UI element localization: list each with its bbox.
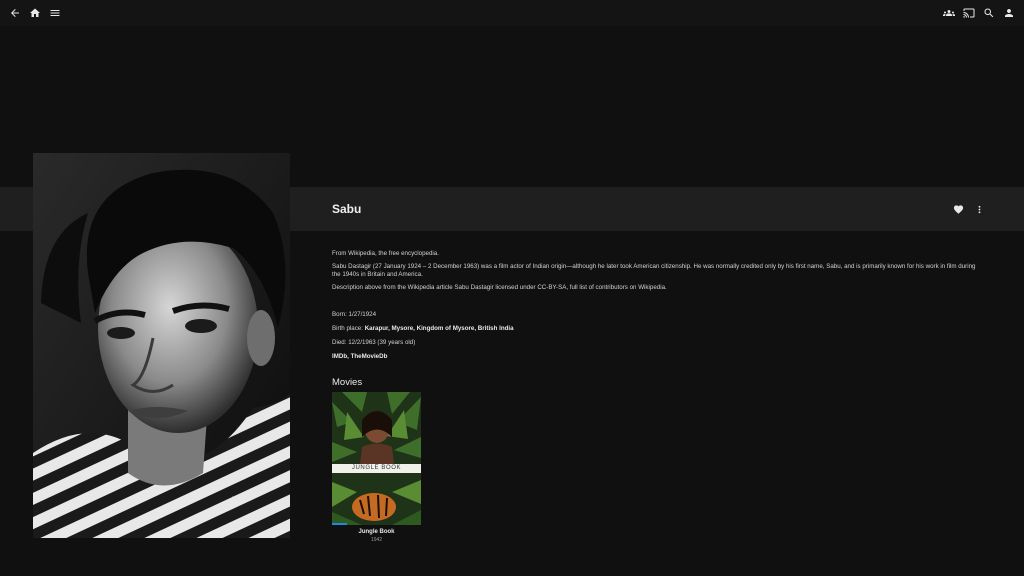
overview-paragraph: Description above from the Wikipedia art… (332, 283, 667, 291)
birthplace-value[interactable]: Karapur, Mysore, Kingdom of Mysore, Brit… (365, 325, 514, 332)
movie-card[interactable]: JUNGLE BOOK Jungle Book 1942 (332, 392, 421, 543)
movie-poster[interactable]: JUNGLE BOOK (332, 392, 421, 525)
overview: From Wikipedia, the free encyclopedia. S… (332, 250, 982, 296)
person-portrait (33, 153, 290, 538)
menu-icon[interactable] (47, 5, 63, 21)
poster-title-band: JUNGLE BOOK (332, 464, 421, 473)
overview-paragraph: From Wikipedia, the free encyclopedia. (332, 250, 439, 257)
heart-icon[interactable] (951, 202, 965, 216)
person-icon[interactable] (1001, 5, 1017, 21)
born-row: Born: 1/27/1924 (332, 311, 732, 325)
birthplace-label: Birth place: (332, 325, 363, 332)
external-links: IMDb, TheMovieDb (332, 353, 388, 360)
imdb-link[interactable]: IMDb (332, 353, 347, 360)
born-value: 1/27/1924 (348, 311, 377, 318)
person-details: Born: 1/27/1924 Birth place: Karapur, My… (332, 311, 732, 367)
died-value: 12/2/1963 (39 years old) (348, 339, 416, 346)
more-vert-icon[interactable] (972, 202, 986, 216)
movie-title[interactable]: Jungle Book (332, 529, 421, 535)
page-title: Sabu (332, 202, 362, 216)
cast-icon[interactable] (961, 5, 977, 21)
overview-paragraph: Sabu Dastagir (27 January 1924 – 2 Decem… (332, 262, 976, 279)
group-icon[interactable] (941, 5, 957, 21)
died-row: Died: 12/2/1963 (39 years old) (332, 339, 732, 353)
home-icon[interactable] (27, 5, 43, 21)
movies-heading: Movies (332, 377, 363, 388)
top-app-bar (0, 0, 1024, 26)
arrow-back-icon[interactable] (7, 5, 23, 21)
search-icon[interactable] (981, 5, 997, 21)
born-label: Born: (332, 311, 347, 318)
themoviedb-link[interactable]: TheMovieDb (351, 353, 388, 360)
birthplace-row: Birth place: Karapur, Mysore, Kingdom of… (332, 325, 732, 339)
movie-year: 1942 (370, 537, 383, 543)
watch-progress-bar (332, 523, 348, 525)
died-label: Died: (332, 339, 347, 346)
